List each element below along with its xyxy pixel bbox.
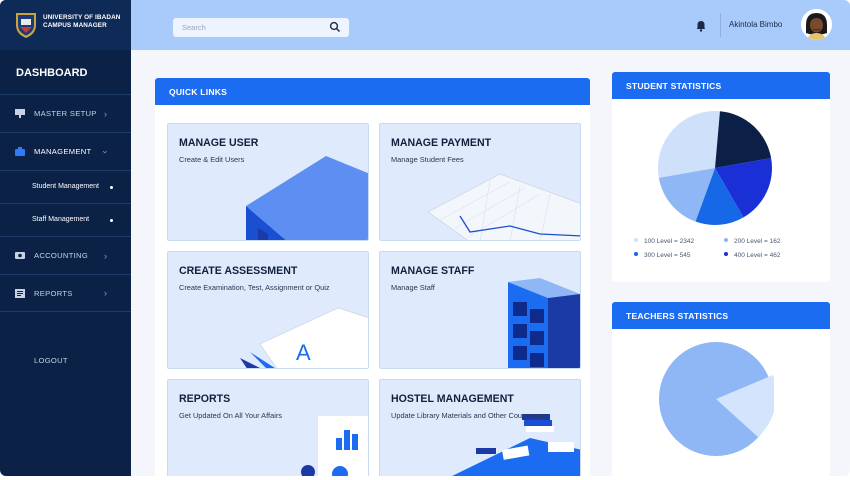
brand: UNIVERSITY OF IBADAN CAMPUS MANAGER [0, 0, 131, 50]
card-subtitle: Create Examination, Test, Assignment or … [179, 283, 330, 292]
card-hostel-management[interactable]: HOSTEL MANAGEMENT Update Library Materia… [379, 379, 581, 476]
legend-swatch-300-level [634, 252, 638, 256]
card-create-assessment[interactable]: A CREATE ASSESSMENT Create Examination, … [167, 251, 369, 369]
teachers-statistics-title: TEACHERS STATISTICS [626, 311, 729, 321]
sidebar-item-label: ACCOUNTING [34, 251, 89, 260]
legend-swatch-200-level [724, 238, 728, 242]
sidebar-item-management[interactable]: MANAGEMENT › [0, 132, 131, 170]
projector-icon [15, 109, 25, 118]
card-title: MANAGE STAFF [391, 265, 475, 277]
quick-links-header: QUICK LINKS [155, 78, 590, 105]
sidebar-subitem-staff-management[interactable]: Staff Management [0, 203, 131, 237]
svg-text:A: A [296, 340, 311, 365]
card-title: HOSTEL MANAGEMENT [391, 393, 514, 405]
logout-link[interactable]: LOGOUT [34, 356, 68, 365]
card-manage-user[interactable]: MANAGE USER Create & Edit Users [167, 123, 369, 241]
card-manage-payment[interactable]: MANAGE PAYMENT Manage Student Fees [379, 123, 581, 241]
sidebar-item-accounting[interactable]: ACCOUNTING › [0, 236, 131, 274]
user-name[interactable]: Akintola Bimbo [729, 20, 782, 29]
chevron-down-icon: › [100, 150, 111, 153]
legend-swatch-100-level [634, 238, 638, 242]
sidebar: UNIVERSITY OF IBADAN CAMPUS MANAGER DASH… [0, 0, 131, 476]
user-avatar-icon [801, 9, 832, 40]
student-pie-chart [658, 110, 772, 225]
card-subtitle: Manage Staff [391, 283, 435, 292]
legend-item: 400 Level = 462 [724, 252, 780, 259]
chevron-right-icon: › [104, 288, 107, 298]
legend-label: 400 Level = 462 [734, 252, 781, 259]
avatar[interactable] [801, 9, 832, 40]
brand-line-2: CAMPUS MANAGER [43, 22, 107, 29]
sidebar-subitem-label: Student Management [32, 183, 99, 190]
sidebar-item-reports[interactable]: REPORTS › [0, 274, 131, 312]
briefcase-icon [15, 147, 25, 156]
card-subtitle: Update Library Materials and Other Cours… [391, 411, 549, 420]
card-subtitle: Create & Edit Users [179, 155, 245, 164]
teachers-pie-chart [659, 342, 774, 456]
search-placeholder: Search [182, 23, 206, 32]
sidebar-subitem-label: Staff Management [32, 216, 90, 223]
bell-icon[interactable] [695, 20, 707, 32]
card-title: MANAGE PAYMENT [391, 137, 492, 149]
legend-swatch-400-level [724, 252, 728, 256]
bullet-icon [110, 186, 113, 189]
student-statistics-header: STUDENT STATISTICS [612, 72, 830, 99]
pie-slice [715, 111, 772, 168]
dashboard-title[interactable]: DASHBOARD [16, 67, 88, 79]
card-subtitle: Get Updated On All Your Affairs [179, 411, 282, 420]
legend-item: 300 Level = 545 [634, 252, 690, 259]
brand-line-1: UNIVERSITY OF IBADAN [43, 14, 121, 21]
legend-label: 100 Level = 2342 [644, 238, 695, 245]
card-title: CREATE ASSESSMENT [179, 265, 298, 277]
legend-item: 100 Level = 2342 [634, 238, 694, 245]
search-icon[interactable] [329, 21, 341, 33]
teachers-statistics-header: TEACHERS STATISTICS [612, 302, 830, 329]
top-bar: Search Akintola Bimbo [131, 0, 850, 50]
card-manage-staff[interactable]: MANAGE STAFF Manage Staff [379, 251, 581, 369]
card-reports[interactable]: REPORTS Get Updated On All Your Affairs [167, 379, 369, 476]
sidebar-item-label: MANAGEMENT [34, 147, 92, 156]
search-input[interactable]: Search [173, 18, 349, 37]
student-statistics-title: STUDENT STATISTICS [626, 81, 722, 91]
quick-links-title: QUICK LINKS [169, 87, 228, 97]
university-crest-icon [16, 13, 36, 38]
header-divider [720, 13, 721, 37]
bullet-icon [110, 219, 113, 222]
sidebar-item-master-setup[interactable]: MASTER SETUP › [0, 94, 131, 132]
chevron-right-icon: › [104, 108, 107, 119]
card-title: MANAGE USER [179, 137, 259, 149]
card-subtitle: Manage Student Fees [391, 155, 464, 164]
sidebar-item-label: REPORTS [34, 288, 73, 298]
report-icon [15, 289, 25, 298]
app-window: UNIVERSITY OF IBADAN CAMPUS MANAGER DASH… [0, 0, 850, 476]
brand-name: UNIVERSITY OF IBADAN CAMPUS MANAGER [43, 14, 121, 30]
legend-label: 300 Level = 545 [644, 252, 691, 259]
chevron-right-icon: › [104, 250, 107, 261]
cash-icon [15, 252, 25, 259]
sidebar-item-label: MASTER SETUP [34, 109, 97, 118]
pie-slice [658, 110, 720, 178]
sidebar-subitem-student-management[interactable]: Student Management [0, 170, 131, 204]
legend-label: 200 Level = 162 [734, 238, 781, 245]
legend-item: 200 Level = 162 [724, 238, 780, 245]
card-title: REPORTS [179, 393, 231, 405]
